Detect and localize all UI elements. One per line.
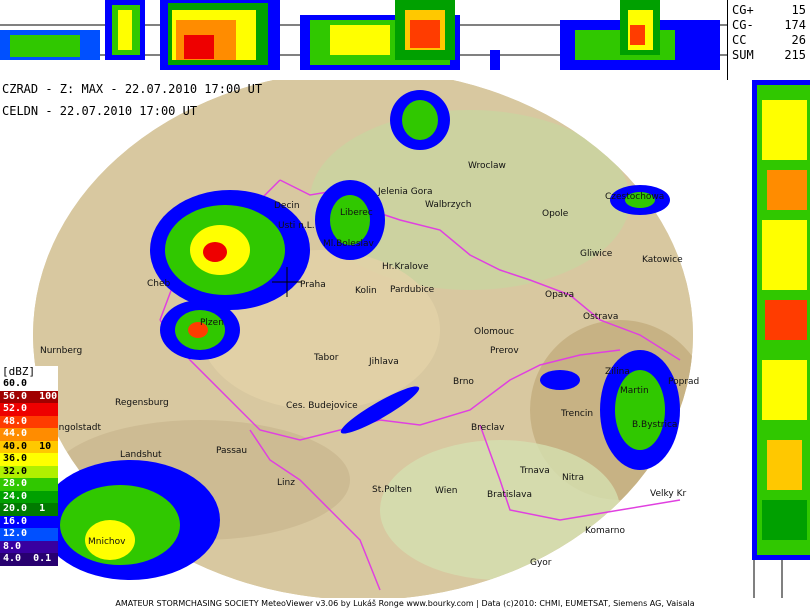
city-label: Velky Kr	[650, 489, 687, 499]
city-label: Usti n.L.	[278, 221, 315, 231]
city-label: Nitra	[562, 473, 584, 483]
legend-dbz-label: 56.0	[3, 390, 28, 402]
legend-dbz-label: 20.0	[3, 503, 28, 514]
legend-dbz-label: 60.0	[3, 378, 28, 389]
city-label: Gliwice	[580, 249, 613, 259]
legend-swatch: 56.0 100	[0, 390, 58, 403]
city-label: Olomouc	[474, 327, 515, 337]
city-label: Ces. Budejovice	[286, 401, 358, 411]
city-label: Brno	[453, 377, 474, 387]
city-label: Kolin	[355, 286, 377, 296]
radar-map[interactable]: CZRAD - Z: MAX - 22.07.2010 17:00 UT CEL…	[0, 80, 727, 598]
legend-dbz-label: 8.0	[3, 540, 22, 552]
city-label: Katowice	[642, 255, 683, 265]
legend-swatch: 32.0	[0, 465, 58, 478]
city-label: Opole	[542, 209, 569, 219]
legend-swatch: 40.0 10	[0, 440, 58, 453]
header-line-1: CZRAD - Z: MAX - 22.07.2010 17:00 UT	[2, 82, 263, 96]
city-label: Martin	[620, 386, 649, 396]
legend-rate-label: 1	[39, 503, 46, 514]
legend-swatch: 60.0	[0, 378, 58, 391]
city-label: B.Bystrica	[632, 420, 678, 430]
city-label: Trnava	[520, 466, 550, 476]
city-label: Gyor	[530, 558, 552, 568]
city-label: Wien	[435, 486, 458, 496]
city-label: Praha	[300, 280, 326, 290]
footer-credits: AMATEUR STORMCHASING SOCIETY MeteoViewer…	[0, 598, 810, 610]
legend-swatch: 24.0	[0, 490, 58, 503]
legend-scale: 60.0 56.0 100 52.0 48.0 44.0 40.0 10 36.0 32.0 28.…	[0, 378, 58, 566]
right-cross-section	[727, 80, 810, 610]
dbz-legend: [dBZ] 60.0 56.0 100 52.0 48.0 44.0 40.0 10 36.0 3…	[0, 366, 58, 566]
legend-swatch: 4.0 0.1	[0, 553, 58, 566]
city-label: Opava	[545, 290, 575, 300]
city-label: Walbrzych	[425, 200, 472, 210]
city-label: St.Polten	[372, 485, 412, 495]
city-label: Linz	[277, 478, 295, 488]
city-label: Wroclaw	[468, 161, 506, 171]
city-label: Poprad	[668, 377, 700, 387]
city-label: Czestochowa	[605, 192, 665, 202]
city-label: Jelenia Gora	[378, 187, 433, 197]
right-cross-section-graphic	[752, 80, 810, 610]
city-label: Ingolstadt	[56, 423, 102, 433]
stats-row-cgminus: CG- 174	[732, 18, 806, 32]
legend-dbz-label: 44.0	[3, 428, 28, 439]
city-label: Decin	[274, 201, 300, 211]
legend-dbz-label: 16.0	[3, 515, 28, 527]
legend-rate-label: 10	[39, 440, 52, 452]
city-label: Hr.Kralove	[382, 262, 429, 272]
legend-swatch: 48.0	[0, 415, 58, 428]
city-label: Bratislava	[487, 490, 532, 500]
city-label: Zilina	[605, 367, 630, 377]
radar-map-graphic	[33, 80, 693, 598]
legend-swatch: 44.0	[0, 428, 58, 441]
legend-dbz-label: 36.0	[3, 453, 28, 464]
legend-swatch: 52.0	[0, 403, 58, 416]
city-label: Jihlava	[369, 357, 399, 367]
legend-dbz-label: 48.0	[3, 415, 28, 427]
legend-dbz-label: 24.0	[3, 490, 28, 502]
city-label: Mnichov	[88, 537, 126, 547]
legend-swatch: 36.0	[0, 453, 58, 466]
city-label: Komarno	[585, 526, 625, 536]
top-cross-section-graphic	[0, 0, 727, 70]
stats-row-cc: CC 26	[732, 33, 806, 47]
city-label: Ostrava	[583, 312, 619, 322]
city-label: Tabor	[314, 353, 339, 363]
top-cross-section	[0, 0, 727, 80]
stats-row-cgplus: CG+ 15	[732, 3, 806, 17]
header-line-2: CELDN - 22.07.2010 17:00 UT	[2, 104, 198, 118]
city-label: Liberec	[340, 208, 373, 218]
legend-rate-label: 0.1	[33, 553, 52, 564]
lightning-stats: CG+ 15 CG- 174 CC 26 SUM 215	[727, 0, 810, 80]
city-label: Cheb	[147, 279, 171, 289]
legend-swatch: 12.0	[0, 528, 58, 541]
city-label: Ml.Boleslav	[323, 239, 374, 249]
city-label: Passau	[216, 446, 248, 456]
legend-swatch: 28.0	[0, 478, 58, 491]
stats-row-sum: SUM 215	[732, 48, 806, 62]
legend-dbz-label: 12.0	[3, 528, 28, 539]
legend-swatch: 20.0 1	[0, 503, 58, 516]
legend-rate-label: 100	[39, 390, 58, 402]
city-label: Prerov	[490, 346, 519, 356]
city-label: Regensburg	[115, 398, 169, 408]
legend-dbz-label: 40.0	[3, 440, 28, 452]
city-label: Pardubice	[390, 285, 435, 295]
legend-dbz-label: 52.0	[3, 403, 28, 414]
legend-swatch: 8.0	[0, 540, 58, 553]
city-label: Nurnberg	[40, 346, 83, 356]
legend-dbz-label: 4.0	[3, 553, 22, 564]
city-label: Plzen	[200, 318, 224, 328]
legend-title: [dBZ]	[0, 366, 58, 378]
legend-dbz-label: 32.0	[3, 465, 28, 477]
city-label: Landshut	[120, 450, 162, 460]
legend-dbz-label: 28.0	[3, 478, 28, 489]
city-label: Trencin	[561, 409, 594, 419]
legend-swatch: 16.0	[0, 515, 58, 528]
city-label: Breclav	[471, 423, 505, 433]
